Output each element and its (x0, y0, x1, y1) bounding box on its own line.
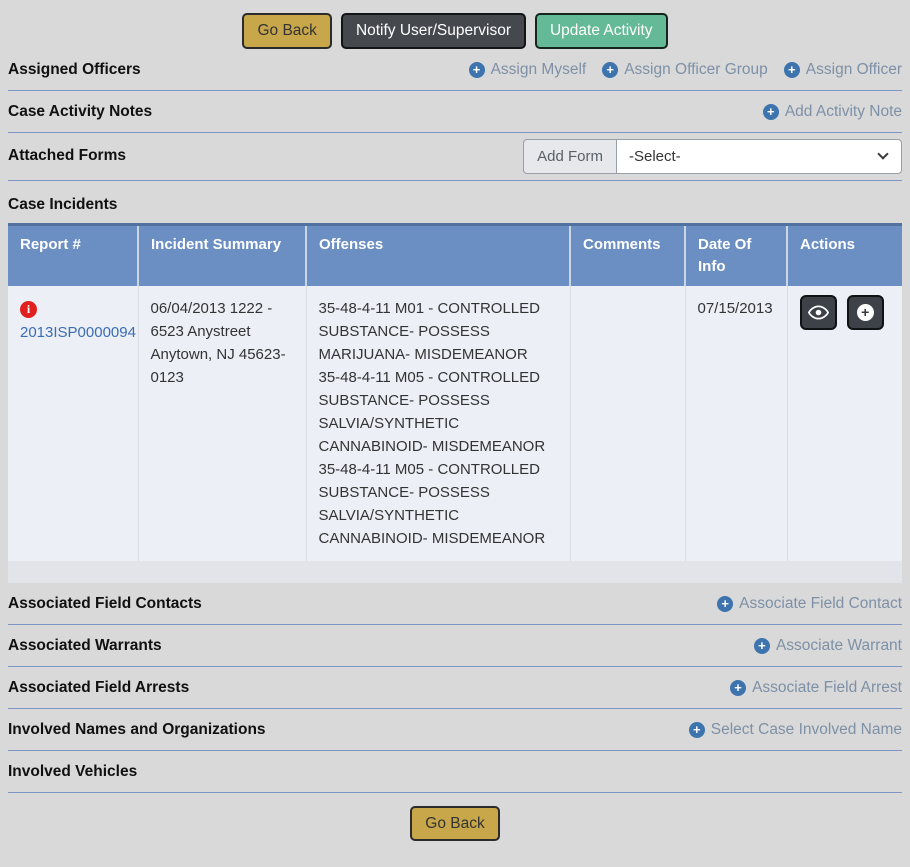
column-comments: Comments (570, 224, 685, 286)
assign-myself-label: Assign Myself (491, 61, 587, 79)
comments-cell (570, 286, 685, 561)
associate-field-contact-label: Associate Field Contact (739, 595, 902, 613)
case-detail-page: Assigned Officers + Assign Myself + Assi… (0, 49, 910, 842)
section-associated-field-contacts: Associated Field Contacts + Associate Fi… (8, 583, 902, 625)
associate-field-arrest-label: Associate Field Arrest (752, 679, 902, 697)
add-form-group: Add Form -Select- (523, 139, 902, 174)
column-offenses: Offenses (306, 224, 570, 286)
date-of-info-cell: 07/15/2013 (685, 286, 787, 561)
attached-forms-title: Attached Forms (8, 147, 126, 165)
involved-vehicles-title: Involved Vehicles (8, 763, 137, 781)
go-back-button[interactable]: Go Back (242, 13, 331, 49)
section-involved-names: Involved Names and Organizations + Selec… (8, 709, 902, 751)
update-activity-button[interactable]: Update Activity (535, 13, 668, 49)
associated-field-arrests-title: Associated Field Arrests (8, 679, 189, 697)
select-case-involved-name-label: Select Case Involved Name (711, 721, 902, 739)
column-actions: Actions (787, 224, 902, 286)
column-incident-summary: Incident Summary (138, 224, 306, 286)
add-form-button[interactable]: Add Form (523, 139, 616, 174)
assigned-officers-title: Assigned Officers (8, 61, 141, 79)
case-incidents-title: Case Incidents (8, 181, 902, 223)
offense-item: 35-48-4-11 M05 - CONTROLLED SUBSTANCE- P… (319, 366, 560, 458)
assigned-officers-links: + Assign Myself + Assign Officer Group +… (469, 61, 902, 79)
table-header-row: Report # Incident Summary Offenses Comme… (8, 224, 902, 286)
plus-circle-icon: + (754, 638, 770, 654)
plus-circle-icon: + (689, 722, 705, 738)
associated-field-contacts-title: Associated Field Contacts (8, 595, 202, 613)
add-incident-button[interactable]: + (847, 295, 884, 330)
report-number-link[interactable]: 2013ISP0000094 (20, 321, 128, 344)
table-footer (8, 561, 902, 583)
offense-item: 35-48-4-11 M01 - CONTROLLED SUBSTANCE- P… (319, 297, 560, 366)
view-incident-button[interactable] (800, 295, 837, 330)
alert-info-icon: i (20, 301, 37, 318)
offenses-cell: 35-48-4-11 M01 - CONTROLLED SUBSTANCE- P… (306, 286, 570, 561)
section-assigned-officers: Assigned Officers + Assign Myself + Assi… (8, 49, 902, 91)
plus-circle-icon: + (784, 62, 800, 78)
add-activity-note-link[interactable]: + Add Activity Note (763, 103, 902, 121)
go-back-button-bottom[interactable]: Go Back (410, 806, 499, 842)
column-date-of-info: Date Of Info (685, 224, 787, 286)
offense-item: 35-48-4-11 M05 - CONTROLLED SUBSTANCE- P… (319, 458, 560, 550)
section-involved-vehicles: Involved Vehicles (8, 751, 902, 793)
plus-circle-icon: + (469, 62, 485, 78)
case-incidents-table: Report # Incident Summary Offenses Comme… (8, 223, 902, 561)
form-select[interactable]: -Select- (616, 139, 902, 174)
plus-circle-icon: + (857, 304, 874, 321)
eye-icon (808, 305, 829, 320)
assign-officer-group-link[interactable]: + Assign Officer Group (602, 61, 768, 79)
assign-officer-group-label: Assign Officer Group (624, 61, 768, 79)
plus-circle-icon: + (763, 104, 779, 120)
select-case-involved-name-link[interactable]: + Select Case Involved Name (689, 721, 902, 739)
assign-officer-label: Assign Officer (806, 61, 902, 79)
plus-circle-icon: + (717, 596, 733, 612)
incident-summary-cell: 06/04/2013 1222 - 6523 Anystreet Anytown… (138, 286, 306, 561)
plus-circle-icon: + (602, 62, 618, 78)
section-attached-forms: Attached Forms Add Form -Select- (8, 133, 902, 181)
column-report-number: Report # (8, 224, 138, 286)
report-number-cell: i 2013ISP0000094 (8, 286, 138, 561)
plus-circle-icon: + (730, 680, 746, 696)
footer-bar: Go Back (8, 793, 902, 842)
section-case-activity-notes: Case Activity Notes + Add Activity Note (8, 91, 902, 133)
add-activity-note-label: Add Activity Note (785, 103, 902, 121)
section-associated-warrants: Associated Warrants + Associate Warrant (8, 625, 902, 667)
top-toolbar: Go Back Notify User/Supervisor Update Ac… (0, 0, 910, 49)
actions-cell: + (787, 286, 902, 561)
associate-warrant-link[interactable]: + Associate Warrant (754, 637, 902, 655)
table-row: i 2013ISP0000094 06/04/2013 1222 - 6523 … (8, 286, 902, 561)
associate-warrant-label: Associate Warrant (776, 637, 902, 655)
case-activity-notes-title: Case Activity Notes (8, 103, 152, 121)
associated-warrants-title: Associated Warrants (8, 637, 162, 655)
associate-field-arrest-link[interactable]: + Associate Field Arrest (730, 679, 902, 697)
associate-field-contact-link[interactable]: + Associate Field Contact (717, 595, 902, 613)
assign-myself-link[interactable]: + Assign Myself (469, 61, 587, 79)
involved-names-title: Involved Names and Organizations (8, 721, 266, 739)
section-associated-field-arrests: Associated Field Arrests + Associate Fie… (8, 667, 902, 709)
notify-user-supervisor-button[interactable]: Notify User/Supervisor (341, 13, 526, 49)
assign-officer-link[interactable]: + Assign Officer (784, 61, 902, 79)
